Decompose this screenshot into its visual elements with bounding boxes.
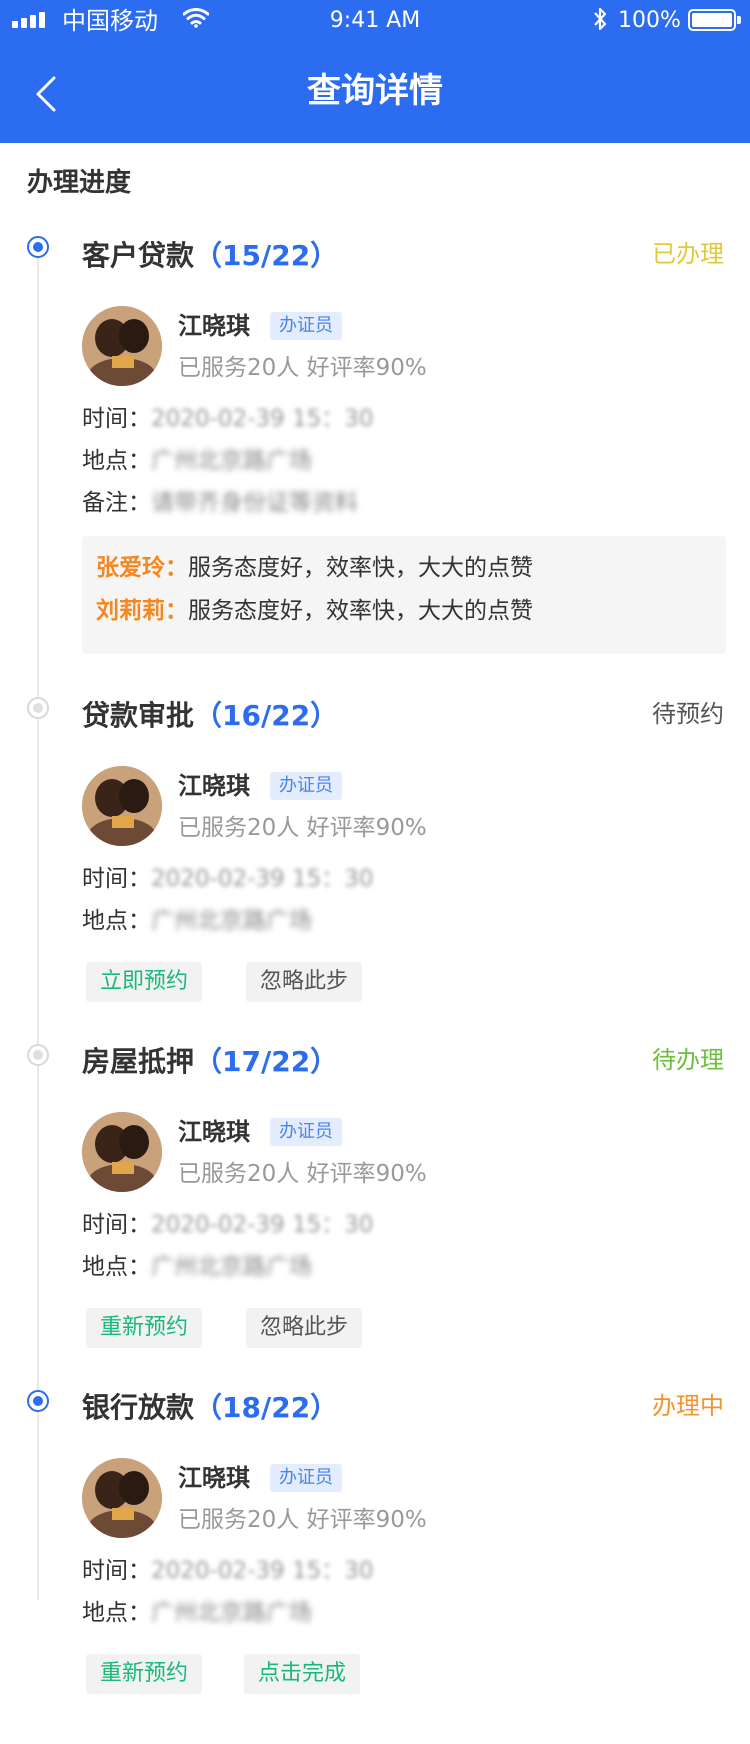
comment-box: 张爱玲：服务态度好，效率快，大大的点赞 刘莉莉：服务态度好，效率快，大大的点赞 <box>82 536 726 654</box>
step-status: 已办理 <box>652 240 724 268</box>
battery-icon <box>688 9 741 31</box>
step-active-dot-icon <box>27 1390 49 1412</box>
comment-item: 张爱玲：服务态度好，效率快，大大的点赞 <box>96 555 533 581</box>
page-title: 查询详情 <box>307 71 443 111</box>
step-progress: （18/22） <box>194 1391 339 1424</box>
agent-role-badge: 办证员 <box>270 772 342 800</box>
step-progress: （16/22） <box>194 699 339 732</box>
location-row: 地点：广州北京路广场 <box>82 448 312 474</box>
location-row: 地点：广州北京路广场 <box>82 908 312 934</box>
location-row: 地点：广州北京路广场 <box>82 1600 312 1626</box>
battery-percent: 100% <box>618 8 681 33</box>
agent-stats: 已服务20人 好评率90% <box>178 355 427 381</box>
time-row: 时间：2020-02-39 15：30 <box>82 1212 374 1238</box>
step-status: 办理中 <box>652 1392 724 1420</box>
step-inactive-dot-icon <box>27 1044 49 1066</box>
agent-stats: 已服务20人 好评率90% <box>178 815 427 841</box>
step-progress: （17/22） <box>194 1045 339 1078</box>
step-title: 房屋抵押（17/22） <box>82 1045 339 1078</box>
step-title: 客户贷款（15/22） <box>82 239 339 272</box>
note-row: 备注：请带齐身份证等资料 <box>82 490 358 516</box>
agent-name: 江晓琪 <box>178 1118 250 1146</box>
time-row: 时间：2020-02-39 15：30 <box>82 1558 374 1584</box>
agent-name: 江晓琪 <box>178 772 250 800</box>
bluetooth-icon <box>592 6 608 40</box>
book-now-button[interactable]: 立即预约 <box>86 962 203 1002</box>
rebook-button[interactable]: 重新预约 <box>86 1654 203 1694</box>
avatar <box>82 306 162 386</box>
time-row: 时间：2020-02-39 15：30 <box>82 866 374 892</box>
avatar <box>82 766 162 846</box>
avatar <box>82 1458 162 1538</box>
agent-role-badge: 办证员 <box>270 1118 342 1146</box>
step-active-dot-icon <box>27 236 49 258</box>
step-progress: （15/22） <box>194 239 339 272</box>
step-status: 待预约 <box>652 700 724 728</box>
status-bar: 中国移动 9:41 AM 100% <box>0 0 750 40</box>
time-row: 时间：2020-02-39 15：30 <box>82 406 374 432</box>
agent-stats: 已服务20人 好评率90% <box>178 1507 427 1533</box>
agent-stats: 已服务20人 好评率90% <box>178 1161 427 1187</box>
header: 中国移动 9:41 AM 100% 查询详情 <box>0 0 750 143</box>
location-row: 地点：广州北京路广场 <box>82 1254 312 1280</box>
skip-step-button[interactable]: 忽略此步 <box>246 962 363 1002</box>
step-title: 贷款审批（16/22） <box>82 699 339 732</box>
skip-step-button[interactable]: 忽略此步 <box>246 1308 363 1348</box>
step-status: 待办理 <box>652 1046 724 1074</box>
step-title: 银行放款（18/22） <box>82 1391 339 1424</box>
avatar <box>82 1112 162 1192</box>
agent-name: 江晓琪 <box>178 1464 250 1492</box>
step-inactive-dot-icon <box>27 697 49 719</box>
comment-item: 刘莉莉：服务态度好，效率快，大大的点赞 <box>96 598 533 624</box>
complete-button[interactable]: 点击完成 <box>244 1654 361 1694</box>
agent-role-badge: 办证员 <box>270 312 342 340</box>
section-title: 办理进度 <box>27 168 132 198</box>
agent-name: 江晓琪 <box>178 312 250 340</box>
rebook-button[interactable]: 重新预约 <box>86 1308 203 1348</box>
agent-role-badge: 办证员 <box>270 1464 342 1492</box>
